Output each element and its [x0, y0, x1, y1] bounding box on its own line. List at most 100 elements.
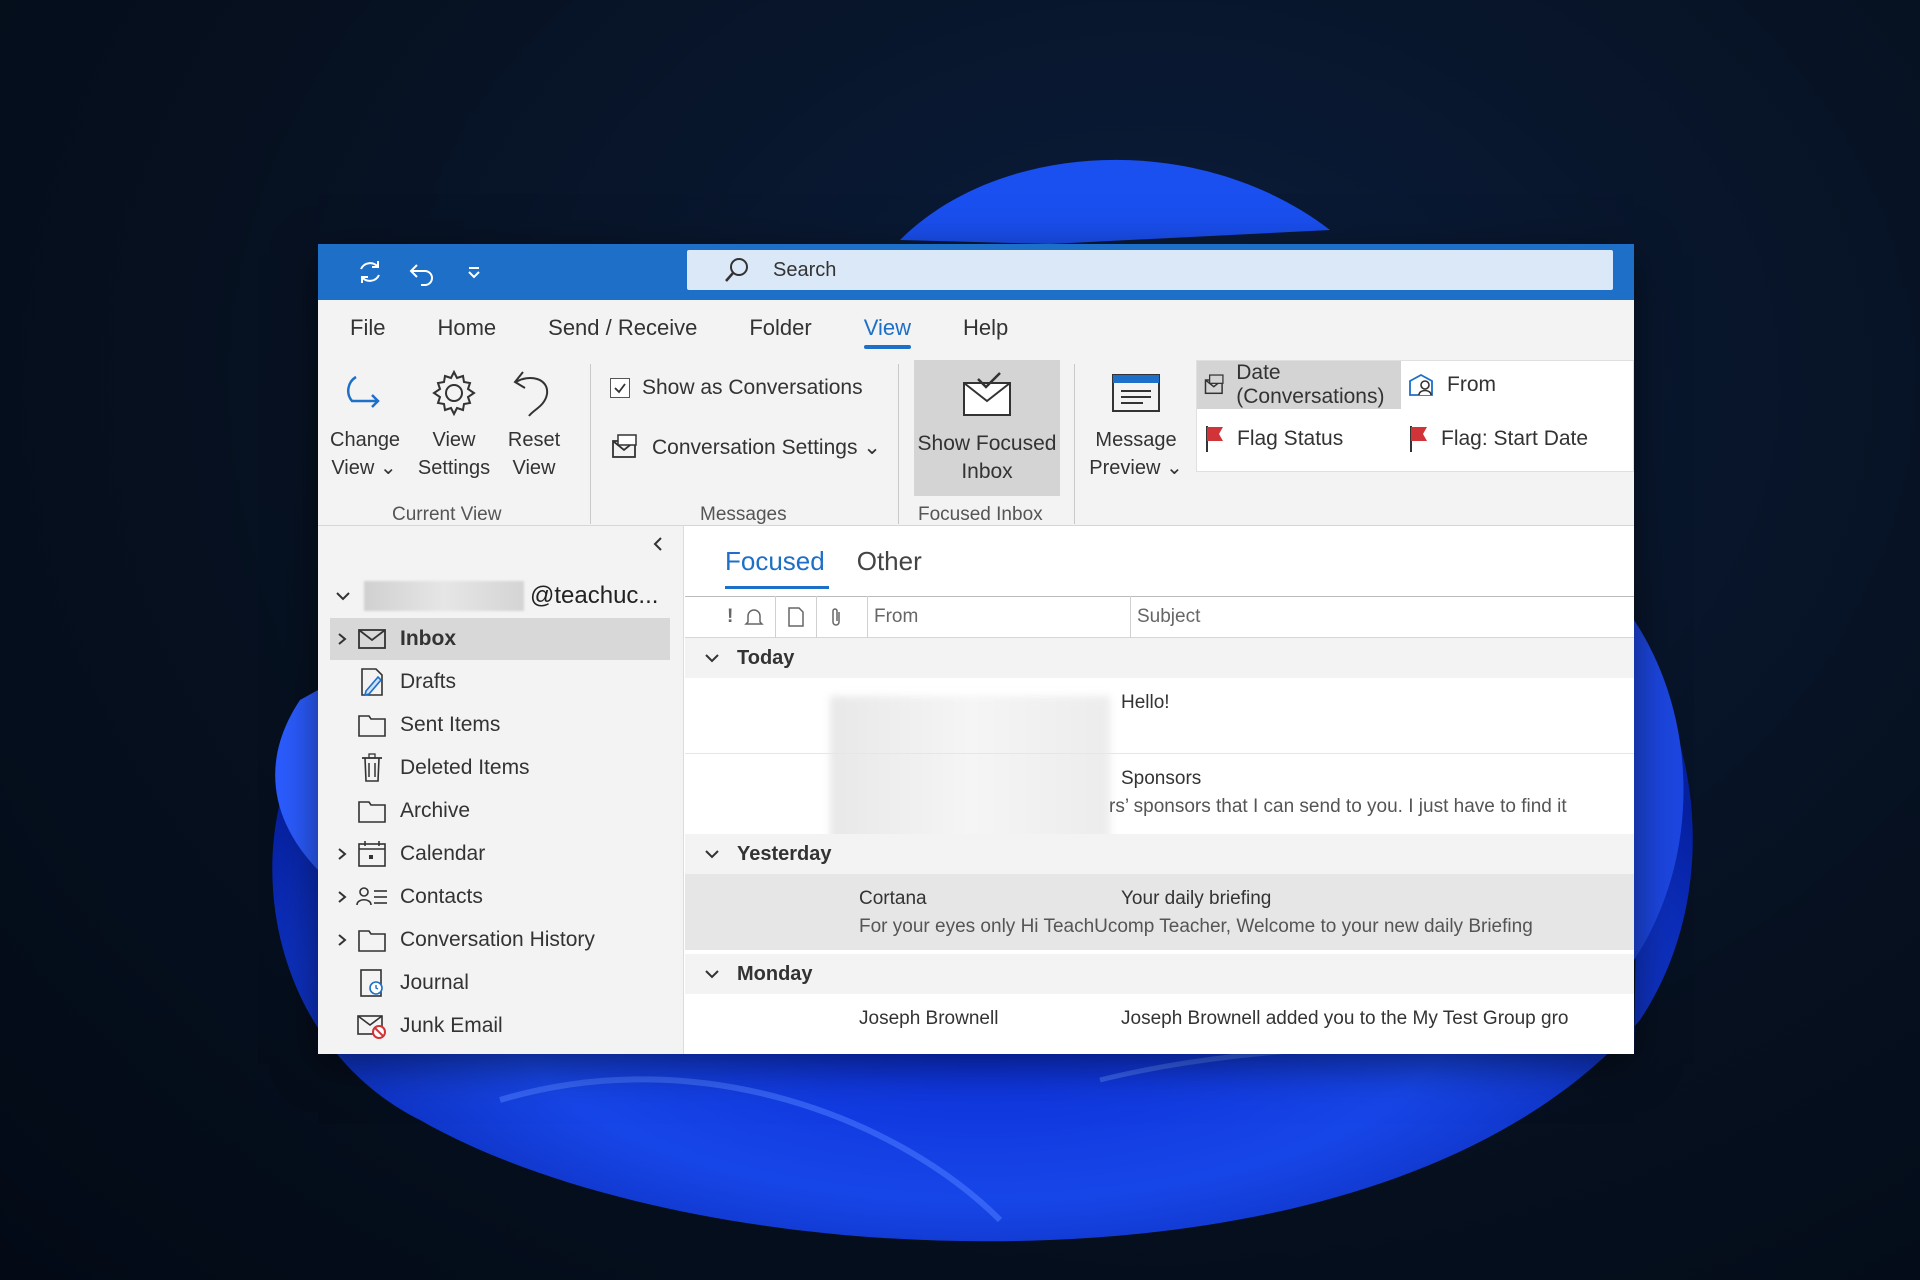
- folder-icon: [358, 715, 386, 737]
- message-row[interactable]: Joseph Brownell Joseph Brownell added yo…: [685, 994, 1634, 1054]
- folder-contacts[interactable]: Contacts: [330, 876, 670, 918]
- group-label-messages: Messages: [700, 504, 787, 525]
- tab-file[interactable]: File: [350, 307, 385, 349]
- importance-column[interactable]: !: [727, 606, 733, 628]
- item-type-icon[interactable]: [786, 606, 806, 628]
- chevron-right-icon: [338, 934, 347, 946]
- folder-archive[interactable]: Archive: [330, 790, 670, 832]
- search-icon: [725, 258, 748, 282]
- group-monday[interactable]: Monday: [685, 954, 1634, 994]
- show-focused-label-2: Inbox: [961, 460, 1013, 483]
- folder-label: Junk Email: [400, 1014, 503, 1037]
- reminder-icon[interactable]: [743, 606, 765, 628]
- chevron-right-icon: [338, 848, 347, 860]
- attachment-icon[interactable]: [827, 606, 845, 628]
- checkbox-checked: [610, 378, 630, 398]
- group-today[interactable]: Today: [685, 638, 1634, 678]
- sync-icon[interactable]: [354, 256, 386, 288]
- conversation-settings-button[interactable]: Conversation Settings ⌄: [610, 432, 881, 462]
- subject-column[interactable]: Subject: [1137, 606, 1200, 628]
- folder-icon: [358, 930, 386, 952]
- message-subject: Sponsors: [1121, 768, 1202, 789]
- folder-inbox[interactable]: Inbox: [330, 618, 670, 660]
- show-focused-inbox-button[interactable]: Show Focused Inbox: [914, 360, 1060, 496]
- tab-view[interactable]: View: [863, 307, 912, 349]
- search-box[interactable]: Search: [687, 250, 1613, 290]
- tab-other[interactable]: Other: [857, 546, 922, 587]
- tab-send-receive[interactable]: Send / Receive: [548, 307, 697, 349]
- group-label-focused-inbox: Focused Inbox: [918, 504, 1043, 525]
- change-view-label-2: View ⌄: [331, 457, 397, 479]
- reset-view-button[interactable]: Reset View: [502, 360, 566, 482]
- group-yesterday[interactable]: Yesterday: [685, 834, 1634, 874]
- envelope-icon: [358, 629, 386, 649]
- search-placeholder: Search: [773, 258, 837, 281]
- message-preview: rs’ sponsors that I can send to you. I j…: [1109, 796, 1567, 817]
- folder-journal[interactable]: Journal: [330, 962, 670, 1004]
- folder-label: Archive: [400, 799, 471, 822]
- arrange-flag-status[interactable]: Flag Status: [1203, 415, 1403, 463]
- title-bar: Search: [318, 244, 1634, 300]
- change-view-button[interactable]: Change View ⌄: [330, 360, 400, 482]
- show-focused-label-1: Show Focused: [917, 432, 1057, 455]
- ribbon-separator: [1074, 364, 1075, 524]
- arrange-date-conversations[interactable]: Date (Conversations): [1197, 361, 1401, 409]
- folder-drafts[interactable]: Drafts: [330, 661, 670, 703]
- reset-view-label-1: Reset: [507, 429, 561, 451]
- message-subject: Your daily briefing: [1121, 888, 1272, 909]
- group-label: Yesterday: [737, 842, 832, 865]
- customize-qat-icon[interactable]: [458, 256, 490, 288]
- folder-icon: [358, 801, 386, 823]
- message-preview-label-2: Preview ⌄: [1089, 457, 1183, 479]
- chevron-down-icon: [705, 970, 719, 979]
- message-list: Focused Other ! From Subject Today Hello: [685, 526, 1634, 1054]
- column-header: ! From Subject: [685, 596, 1634, 638]
- collapse-pane-icon[interactable]: [650, 536, 666, 557]
- arrange-from[interactable]: From: [1407, 361, 1627, 409]
- change-view-icon: [347, 375, 380, 408]
- red-flag-icon: [1410, 426, 1427, 452]
- red-flag-icon: [1206, 426, 1223, 452]
- group-label: Today: [737, 646, 795, 669]
- folder-label: Calendar: [400, 842, 486, 865]
- chevron-down-icon: [705, 850, 719, 859]
- calendar-icon: [358, 841, 386, 867]
- message-sender: Cortana: [859, 888, 927, 909]
- message-subject: Hello!: [1121, 692, 1170, 713]
- arrange-flag-start-date[interactable]: Flag: Start Date: [1407, 415, 1634, 463]
- message-sender: Joseph Brownell: [859, 1008, 999, 1029]
- chevron-right-icon: [338, 633, 347, 645]
- undo-icon[interactable]: [406, 256, 438, 288]
- message-preview-icon: [1112, 374, 1160, 412]
- conversation-settings-icon: [612, 434, 637, 458]
- account-header[interactable]: @teachuc...: [334, 576, 658, 616]
- tab-home[interactable]: Home: [437, 307, 496, 349]
- tab-help[interactable]: Help: [963, 307, 1008, 349]
- focused-inbox-icon: [963, 372, 1011, 416]
- message-preview-button[interactable]: Message Preview ⌄: [1088, 360, 1184, 482]
- message-preview: For your eyes only Hi TeachUcomp Teacher…: [859, 916, 1533, 937]
- folder-conversation-history[interactable]: Conversation History: [330, 919, 670, 961]
- show-as-conversations-label: Show as Conversations: [642, 376, 863, 399]
- arrangement-gallery: Date (Conversations) From Flag Status Fl…: [1196, 360, 1634, 472]
- chevron-down-icon: [705, 654, 719, 663]
- tab-folder[interactable]: Folder: [749, 307, 811, 349]
- folder-deleted-items[interactable]: Deleted Items: [330, 747, 670, 789]
- arrange-from-label: From: [1447, 373, 1496, 396]
- message-row[interactable]: Hello!: [685, 678, 1634, 754]
- from-column[interactable]: From: [874, 606, 1130, 628]
- folder-junk-email[interactable]: Junk Email: [330, 1005, 670, 1047]
- message-row[interactable]: Sponsors rs’ sponsors that I can send to…: [685, 754, 1634, 830]
- journal-icon: [360, 969, 383, 997]
- message-row-selected[interactable]: Cortana Your daily briefing For your eye…: [685, 874, 1634, 950]
- view-settings-button[interactable]: View Settings: [414, 360, 494, 482]
- show-as-conversations-checkbox[interactable]: Show as Conversations: [610, 376, 863, 400]
- conversation-settings-label: Conversation Settings ⌄: [652, 435, 881, 459]
- folder-sent-items[interactable]: Sent Items: [330, 704, 670, 746]
- message-preview-label-1: Message: [1095, 429, 1177, 451]
- folder-calendar[interactable]: Calendar: [330, 833, 670, 875]
- group-label-current-view: Current View: [392, 504, 502, 525]
- ribbon-separator: [590, 364, 591, 524]
- message-subject: Joseph Brownell added you to the My Test…: [1121, 1008, 1569, 1029]
- tab-focused[interactable]: Focused: [725, 546, 829, 589]
